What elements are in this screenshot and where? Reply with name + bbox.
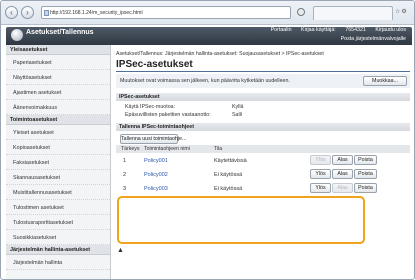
register-policy-button[interactable]: Tallenna uusi toimintaohje... — [120, 134, 186, 144]
down-button[interactable]: Alas — [332, 183, 353, 193]
status-cell: Ei käytössä — [214, 186, 243, 192]
app-header: Asetukset/Tallennus Portaalin Kirjaa käy… — [6, 27, 412, 45]
sidebar-item-display[interactable]: Näyttöasetukset — [6, 70, 110, 85]
browser-toolbar: ‹ › http://192.168.1.24/m_security_ipsec… — [1, 1, 414, 25]
delete-button[interactable]: Poista — [354, 169, 377, 179]
sidebar-group-system: Järjestelmän hallinta-asetukset — [6, 245, 110, 255]
sidebar-item-volume[interactable]: Äänenvoimakkuus — [6, 100, 110, 115]
sidebar-item-fax[interactable]: Faksiasetukset — [6, 155, 110, 170]
sidebar-item-report[interactable]: Tulostusraporttiasetukset — [6, 215, 110, 230]
up-button[interactable]: Ylös — [310, 169, 331, 179]
sidebar-item-printer[interactable]: Tulostimen asetukset — [6, 200, 110, 215]
sidebar-item-favorites[interactable]: Suosikkiasetukset — [6, 230, 110, 245]
up-button[interactable]: Ylös — [310, 155, 331, 165]
priority-cell: 3 — [123, 186, 127, 192]
non-policy-value: Salli — [232, 112, 243, 118]
sidebar-item-common[interactable]: Yleiset asetukset — [6, 125, 110, 140]
app-title: Asetukset/Tallennus — [26, 29, 94, 36]
status-cell: Käytettävissä — [214, 158, 247, 164]
sidebar-item-copy[interactable]: Kopioasetukset — [6, 140, 110, 155]
breadcrumb: Asetukset/Tallennus: Järjestelmän hallin… — [116, 51, 324, 57]
back-icon[interactable]: ‹ — [5, 6, 18, 19]
delete-button[interactable]: Poista — [354, 183, 377, 193]
sidebar-item-system[interactable]: Järjestelmän hallinta — [6, 255, 110, 270]
up-button[interactable]: Ylös — [310, 183, 331, 193]
user-id: 7654321 — [345, 27, 366, 33]
main-content: Asetukset/Tallennus: Järjestelmän hallin… — [111, 45, 412, 279]
edit-button[interactable]: Muokkaa... — [363, 76, 407, 86]
table-row: 3 Policy003 Ei käytössä Ylös Alas Poista — [116, 181, 410, 196]
browser-tab[interactable] — [313, 6, 393, 20]
page-title: IPSec-asetukset — [116, 59, 193, 70]
col-priority: Tärkeys — [121, 146, 140, 152]
delete-button[interactable]: Poista — [354, 155, 377, 165]
col-name: Toimintaohjeen nimi — [144, 146, 190, 152]
policy-rows-highlight — [117, 196, 365, 244]
page-icon — [44, 10, 49, 16]
sidebar-item-memory[interactable]: Muistitallennusasetukset — [6, 185, 110, 200]
down-button[interactable]: Alas — [332, 169, 353, 179]
portal-link[interactable]: Portaalin — [271, 27, 292, 33]
settings-logo-icon — [11, 29, 23, 41]
policy-name-link[interactable]: Policy001 — [144, 158, 168, 164]
header-links: Portaalin Kirjaa käyttäjä: 7654321 Kirja… — [263, 27, 406, 33]
policy-name-link[interactable]: Policy002 — [144, 172, 168, 178]
priority-cell: 1 — [123, 158, 127, 164]
policy-name-link[interactable]: Policy003 — [144, 186, 168, 192]
scroll-top-icon[interactable]: ▲ — [117, 247, 124, 254]
table-row: 1 Policy001 Käytettävissä Ylös Alas Pois… — [116, 153, 410, 168]
status-cell: Ei käytössä — [214, 172, 243, 178]
section-ipsec: IPSec-asetukset — [116, 93, 410, 101]
sidebar-group-function: Toimintoasetukset — [6, 115, 110, 125]
sidebar: Yleisasetukset Paperiasetukset Näyttöase… — [6, 45, 111, 279]
sidebar-item-paper[interactable]: Paperiasetukset — [6, 55, 110, 70]
sidebar-group-general: Yleisasetukset — [6, 45, 110, 55]
col-status: Tila — [214, 146, 223, 152]
priority-cell: 2 — [123, 172, 127, 178]
sidebar-item-scan[interactable]: Skannausasetukset — [6, 170, 110, 185]
login-user-label: Kirjaa käyttäjä: — [301, 27, 336, 33]
mail-admin-link[interactable]: Posta järjestelmänvalvojalle — [341, 36, 406, 42]
logout-link[interactable]: Kirjaudu ulos — [375, 27, 406, 33]
table-header: Tärkeys Toimintaohjeen nimi Tila — [116, 145, 410, 153]
use-ipsec-value: Kyllä — [232, 104, 244, 110]
non-policy-label: Epäsuvillisten pakettien vastaanotto: — [125, 112, 211, 118]
browser-window: ‹ › http://192.168.1.24/m_security_ipsec… — [0, 0, 415, 280]
address-bar[interactable]: http://192.168.1.24/m_security_ipsec.htm… — [41, 6, 291, 19]
title-divider — [116, 71, 410, 72]
use-ipsec-label: Käytä IPSec-muotoa: — [125, 104, 176, 110]
window-controls[interactable]: ☆⚙ — [395, 8, 408, 15]
url-text: http://192.168.1.24/m_security_ipsec.htm… — [50, 10, 143, 16]
forward-icon[interactable]: › — [21, 6, 34, 19]
table-row: 2 Policy002 Ei käytössä Ylös Alas Poista — [116, 167, 410, 182]
search-icon[interactable] — [297, 8, 305, 16]
sidebar-item-timer[interactable]: Ajastimen asetukset — [6, 85, 110, 100]
down-button[interactable]: Alas — [332, 155, 353, 165]
info-text: Muutokset ovat voimassa sen jälkeen, kun… — [120, 78, 290, 84]
section-policies: Tallenna IPSec-toimintaohjeet — [116, 123, 410, 131]
